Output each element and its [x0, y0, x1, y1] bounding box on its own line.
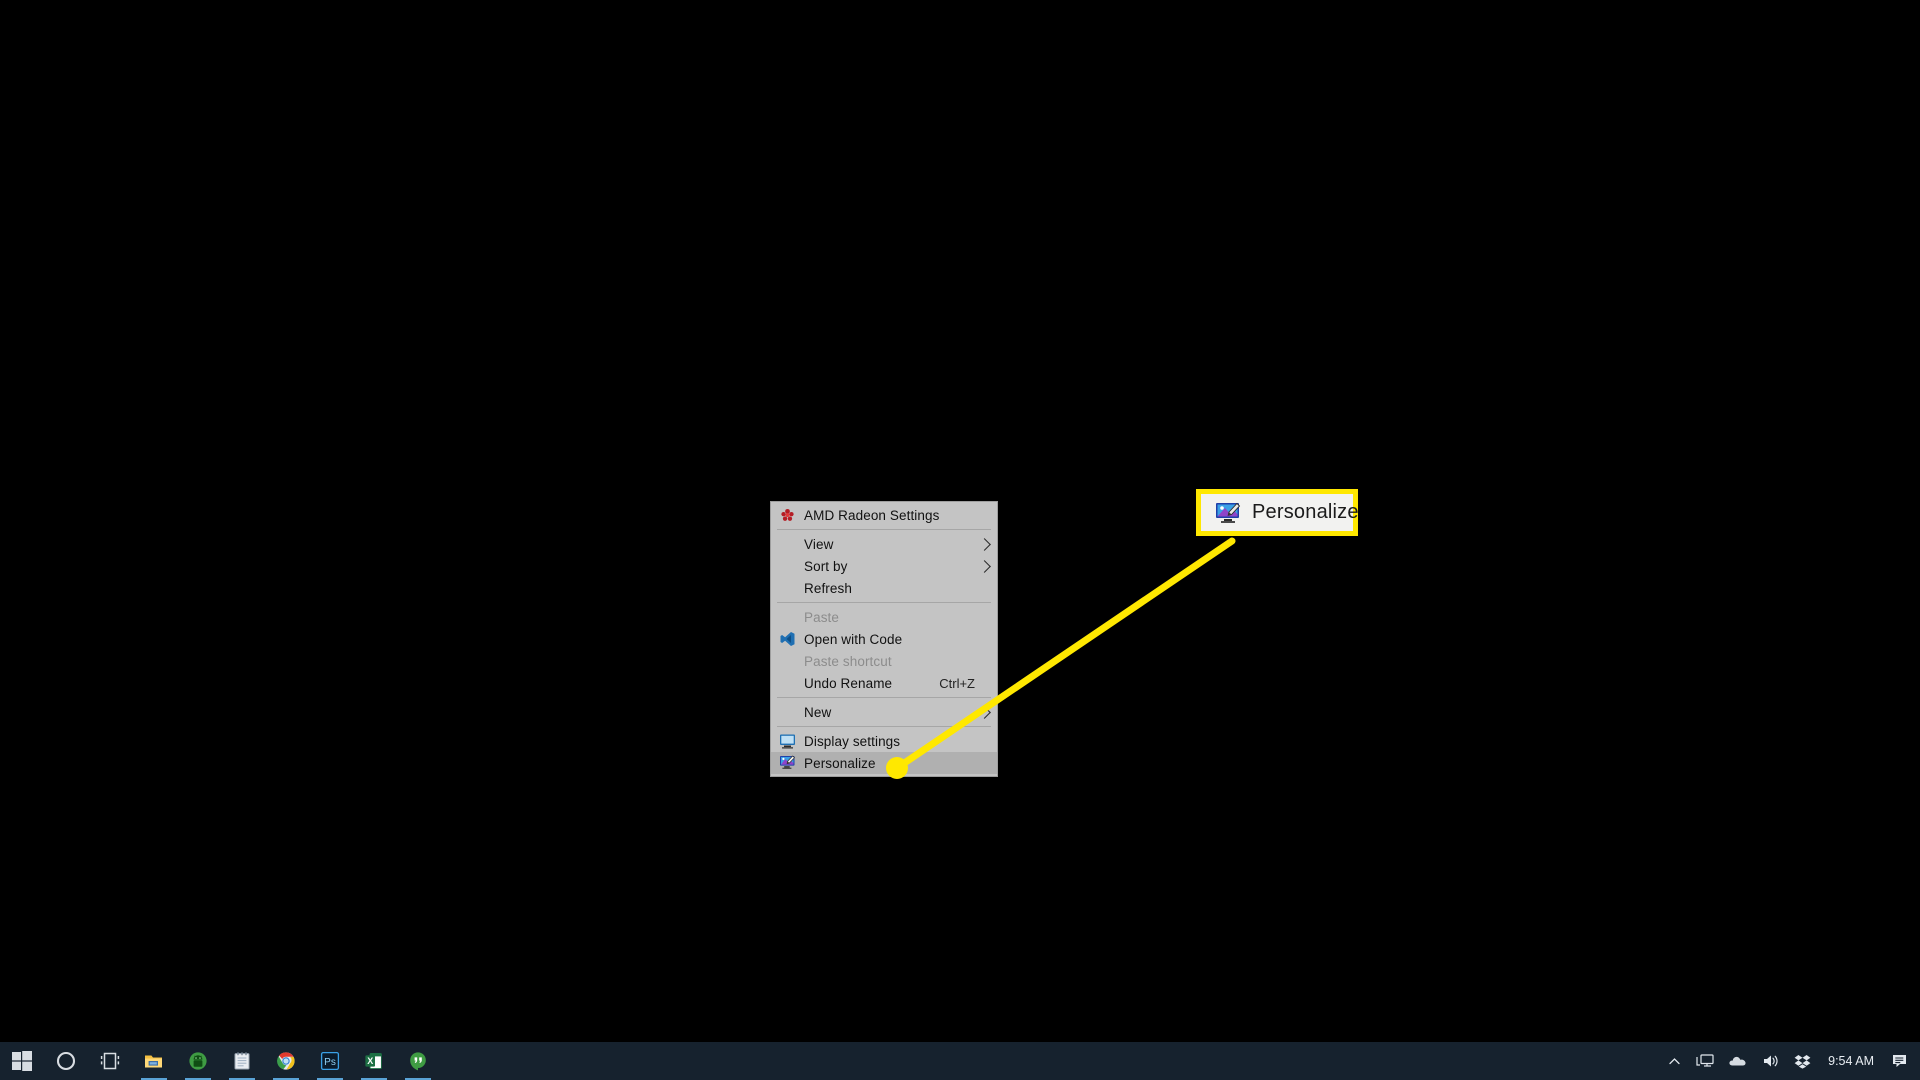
desktop-context-menu[interactable]: AMD Radeon Settings View Sort by Refresh Pas… [770, 501, 998, 777]
callout-personalize: Personalize [1196, 489, 1359, 536]
start-button[interactable] [0, 1042, 44, 1080]
menu-item-personalize[interactable]: Personalize [771, 752, 997, 774]
vscode-icon [776, 630, 798, 648]
windows-logo-icon [12, 1051, 32, 1071]
file-explorer-icon [144, 1051, 164, 1071]
menu-item-view[interactable]: View [771, 533, 997, 555]
android-green-icon [188, 1051, 208, 1071]
clock[interactable]: 9:54 AM [1818, 1054, 1884, 1068]
personalize-icon [776, 754, 798, 772]
menu-item-label: Display settings [804, 733, 901, 749]
svg-text:X: X [367, 1056, 373, 1066]
menu-item-shortcut: Ctrl+Z [939, 675, 975, 691]
system-tray[interactable]: 9:54 AM [1660, 1042, 1920, 1080]
menu-item-open-with-code[interactable]: Open with Code [771, 628, 997, 650]
menu-item-label: AMD Radeon Settings [804, 507, 940, 523]
menu-item-new[interactable]: New [771, 701, 997, 723]
file-explorer-button[interactable] [132, 1042, 176, 1080]
menu-separator [777, 697, 991, 698]
show-hidden-icons-button[interactable] [1660, 1042, 1689, 1080]
speaker-icon[interactable] [1755, 1042, 1787, 1080]
menu-item-refresh[interactable]: Refresh [771, 577, 997, 599]
chrome-button[interactable] [264, 1042, 308, 1080]
menu-item-amd-radeon-settings[interactable]: AMD Radeon Settings [771, 504, 997, 526]
chevron-right-icon [978, 705, 991, 719]
menu-item-label: Sort by [804, 558, 848, 574]
desktop[interactable]: AMD Radeon Settings View Sort by Refresh Pas… [0, 0, 1920, 1080]
excel-icon: X [364, 1051, 384, 1071]
notepad-button[interactable] [220, 1042, 264, 1080]
network-monitor-icon[interactable] [1689, 1042, 1721, 1080]
menu-separator [777, 529, 991, 530]
dropbox-icon[interactable] [1787, 1042, 1818, 1080]
photoshop-button[interactable]: Ps [308, 1042, 352, 1080]
taskbar-buttons[interactable]: Ps X [0, 1042, 440, 1080]
menu-item-paste-shortcut: Paste shortcut [771, 650, 997, 672]
menu-item-no-icon [776, 674, 798, 692]
hangouts-icon [408, 1051, 428, 1071]
personalize-icon [1215, 502, 1241, 524]
hangouts-button[interactable] [396, 1042, 440, 1080]
menu-separator [777, 602, 991, 603]
cloud-icon[interactable] [1721, 1042, 1755, 1080]
menu-item-label: Paste [804, 609, 840, 625]
callout-label: Personalize [1252, 501, 1359, 523]
photoshop-icon: Ps [320, 1051, 340, 1071]
menu-item-no-icon [776, 703, 798, 721]
chrome-icon [276, 1051, 296, 1071]
menu-item-undo-rename[interactable]: Undo Rename Ctrl+Z [771, 672, 997, 694]
menu-item-label: Personalize [804, 755, 876, 771]
action-center-button[interactable] [1884, 1042, 1916, 1080]
excel-button[interactable]: X [352, 1042, 396, 1080]
menu-item-label: View [804, 536, 834, 552]
menu-item-label: Undo Rename [804, 675, 893, 691]
menu-separator [777, 726, 991, 727]
menu-item-no-icon [776, 652, 798, 670]
menu-item-label: Refresh [804, 580, 852, 596]
display-settings-icon [776, 732, 798, 750]
menu-item-display-settings[interactable]: Display settings [771, 730, 997, 752]
menu-item-label: Paste shortcut [804, 653, 892, 669]
menu-item-no-icon [776, 557, 798, 575]
menu-item-label: Open with Code [804, 631, 903, 647]
menu-item-no-icon [776, 535, 798, 553]
android-app-button[interactable] [176, 1042, 220, 1080]
menu-item-no-icon [776, 608, 798, 626]
svg-text:Ps: Ps [324, 1057, 336, 1068]
chevron-right-icon [978, 537, 991, 551]
amd-radeon-icon [776, 506, 798, 524]
taskbar[interactable]: Ps X 9:54 AM [0, 1042, 1920, 1080]
menu-item-paste: Paste [771, 606, 997, 628]
chevron-right-icon [978, 559, 991, 573]
menu-item-sort-by[interactable]: Sort by [771, 555, 997, 577]
task-view-button[interactable] [88, 1042, 132, 1080]
notepad-icon [232, 1051, 252, 1071]
cortana-button[interactable] [44, 1042, 88, 1080]
cortana-circle-icon [56, 1051, 76, 1071]
menu-item-label: New [804, 704, 832, 720]
task-view-icon [100, 1051, 120, 1071]
menu-item-no-icon [776, 579, 798, 597]
